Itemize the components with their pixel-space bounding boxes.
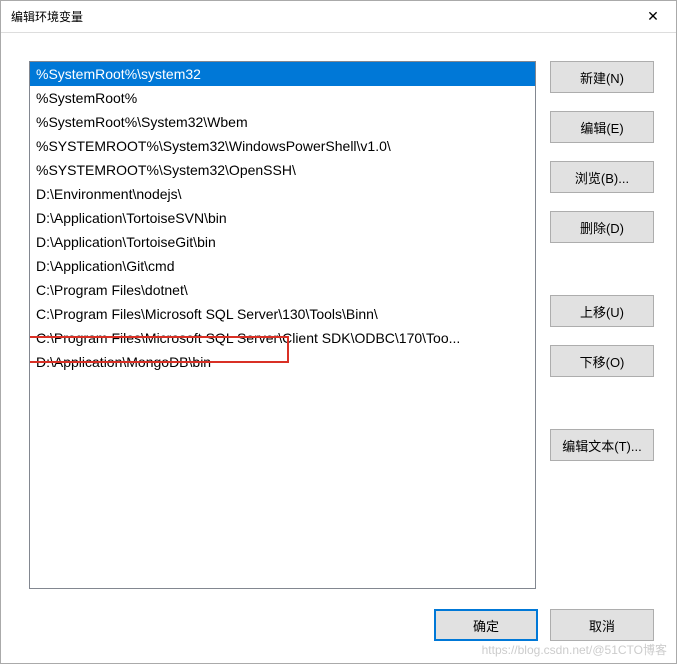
move-up-button[interactable]: 上移(U) — [550, 295, 654, 327]
close-icon: ✕ — [647, 8, 659, 25]
ok-button[interactable]: 确定 — [434, 609, 538, 641]
list-item[interactable]: %SystemRoot% — [30, 86, 535, 110]
list-item[interactable]: %SYSTEMROOT%\System32\OpenSSH\ — [30, 158, 535, 182]
list-item[interactable]: D:\Application\Git\cmd — [30, 254, 535, 278]
window-title: 编辑环境变量 — [11, 8, 83, 25]
content-area: %SystemRoot%\system32%SystemRoot%%System… — [1, 33, 676, 605]
edit-button[interactable]: 编辑(E) — [550, 111, 654, 143]
list-item[interactable]: D:\Environment\nodejs\ — [30, 182, 535, 206]
list-item[interactable]: C:\Program Files\Microsoft SQL Server\Cl… — [30, 326, 535, 350]
cancel-button[interactable]: 取消 — [550, 609, 654, 641]
new-button[interactable]: 新建(N) — [550, 61, 654, 93]
list-item[interactable]: %SystemRoot%\System32\Wbem — [30, 110, 535, 134]
list-item[interactable]: C:\Program Files\Microsoft SQL Server\13… — [30, 302, 535, 326]
browse-button[interactable]: 浏览(B)... — [550, 161, 654, 193]
sidebar-buttons: 新建(N) 编辑(E) 浏览(B)... 删除(D) 上移(U) 下移(O) 编… — [550, 61, 654, 589]
close-button[interactable]: ✕ — [630, 1, 676, 33]
list-item[interactable]: %SystemRoot%\system32 — [30, 62, 535, 86]
footer: 确定 取消 — [1, 605, 676, 661]
path-listbox[interactable]: %SystemRoot%\system32%SystemRoot%%System… — [29, 61, 536, 589]
list-item[interactable]: D:\Application\TortoiseSVN\bin — [30, 206, 535, 230]
titlebar: 编辑环境变量 ✕ — [1, 1, 676, 33]
list-item[interactable]: C:\Program Files\dotnet\ — [30, 278, 535, 302]
list-item[interactable]: D:\Application\TortoiseGit\bin — [30, 230, 535, 254]
delete-button[interactable]: 删除(D) — [550, 211, 654, 243]
move-down-button[interactable]: 下移(O) — [550, 345, 654, 377]
list-item[interactable]: %SYSTEMROOT%\System32\WindowsPowerShell\… — [30, 134, 535, 158]
list-item[interactable]: D:\Application\MongoDB\bin — [30, 350, 535, 374]
edit-text-button[interactable]: 编辑文本(T)... — [550, 429, 654, 461]
